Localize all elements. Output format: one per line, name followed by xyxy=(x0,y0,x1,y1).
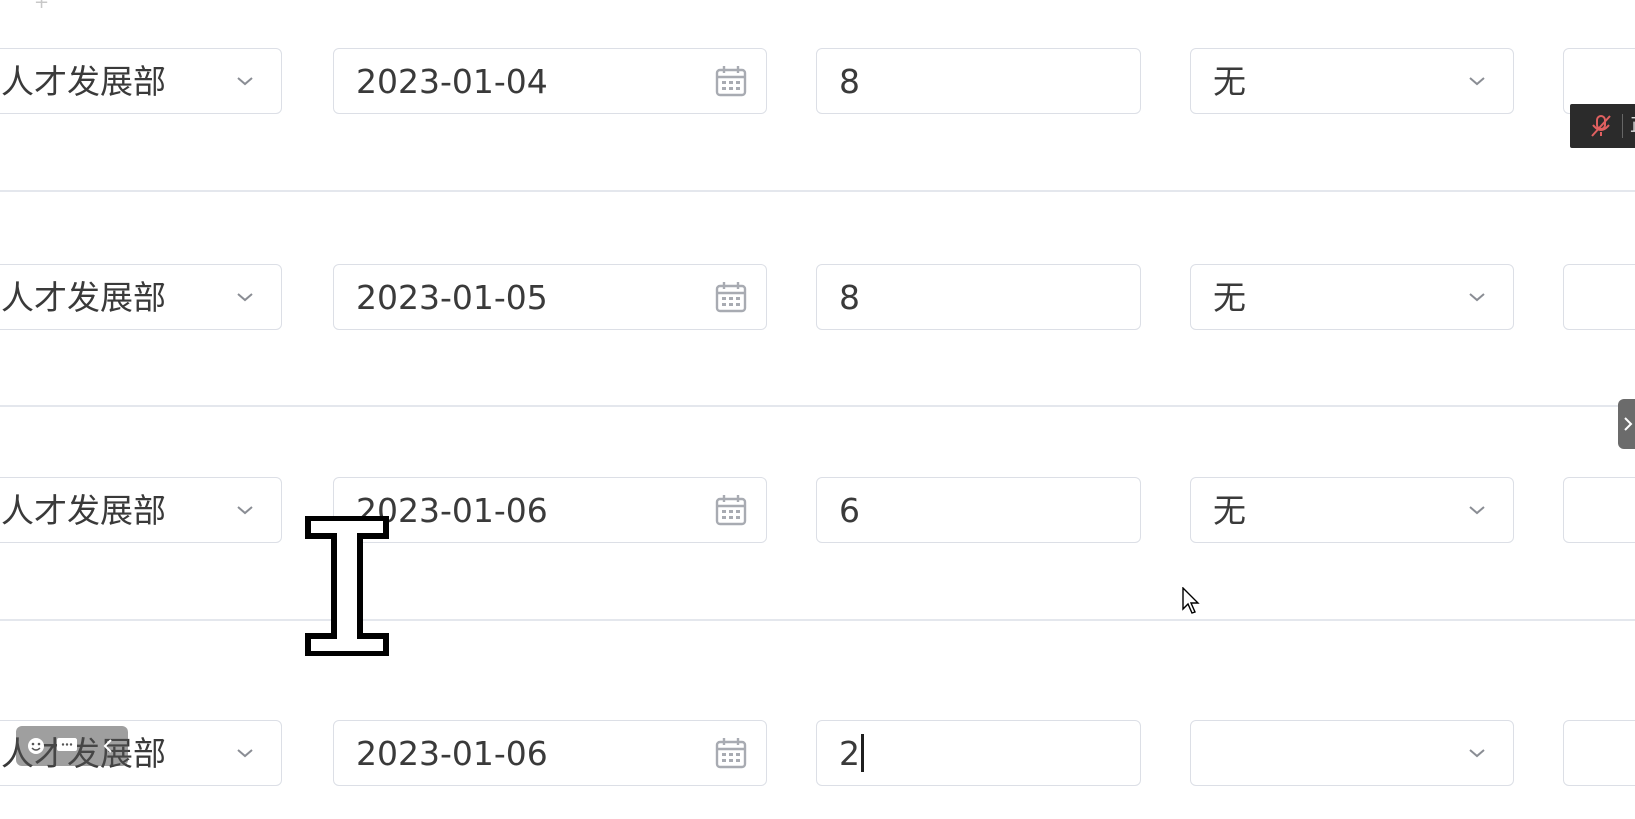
type-value: 无 xyxy=(1213,62,1246,101)
emoji-icon[interactable] xyxy=(26,736,46,756)
message-icon[interactable] xyxy=(56,736,78,756)
entry-row-3: 人才发展部 2023-01-06 6 无 xyxy=(0,477,1635,547)
entry-row-2: 人才发展部 2023-01-05 8 无 xyxy=(0,264,1635,334)
department-value: 人才发展部 xyxy=(1,278,166,317)
chevron-down-icon xyxy=(1469,749,1485,758)
arrow-cursor-icon xyxy=(1182,587,1200,614)
hours-input[interactable]: 2 xyxy=(816,720,1141,786)
chevron-right-icon xyxy=(1624,417,1633,431)
timesheet-form: + 人才发展部 2023-01-04 8 无 人才发展部 2023-01-05 xyxy=(0,0,1635,819)
row-divider xyxy=(0,619,1635,621)
plus-mark: + xyxy=(34,0,50,13)
screen-recorder-bar[interactable]: 正 xyxy=(1570,104,1635,148)
extra-field[interactable] xyxy=(1563,720,1635,786)
chevron-down-icon xyxy=(1469,293,1485,302)
text-caret xyxy=(861,733,864,772)
type-value: 无 xyxy=(1213,491,1246,530)
date-value: 2023-01-05 xyxy=(356,278,548,317)
date-value: 2023-01-04 xyxy=(356,62,548,101)
type-select[interactable]: 无 xyxy=(1190,477,1514,543)
extra-field[interactable] xyxy=(1563,264,1635,330)
row-divider xyxy=(0,405,1635,407)
extra-field[interactable] xyxy=(1563,477,1635,543)
date-picker[interactable]: 2023-01-06 xyxy=(333,720,767,786)
recorder-label: 正 xyxy=(1630,112,1635,140)
chevron-left-icon[interactable] xyxy=(102,736,114,756)
hours-value: 6 xyxy=(839,491,860,530)
chevron-down-icon xyxy=(237,506,253,515)
recorder-separator xyxy=(1622,114,1623,138)
calendar-icon[interactable] xyxy=(714,64,748,98)
type-value: 无 xyxy=(1213,278,1246,317)
hours-value: 8 xyxy=(839,278,860,317)
row-divider xyxy=(0,190,1635,192)
floating-chat-widget[interactable] xyxy=(16,726,128,766)
hours-text: 2 xyxy=(839,734,860,773)
date-picker[interactable]: 2023-01-05 xyxy=(333,264,767,330)
entry-row-1: 人才发展部 2023-01-04 8 无 xyxy=(0,48,1635,118)
calendar-icon[interactable] xyxy=(714,280,748,314)
type-select[interactable]: 无 xyxy=(1190,264,1514,330)
chevron-down-icon xyxy=(237,77,253,86)
i-beam-cursor-icon xyxy=(305,516,389,656)
calendar-icon[interactable] xyxy=(714,493,748,527)
hours-input[interactable]: 8 xyxy=(816,48,1141,114)
date-picker[interactable]: 2023-01-06 xyxy=(333,477,767,543)
department-value: 人才发展部 xyxy=(1,62,166,101)
type-select[interactable] xyxy=(1190,720,1514,786)
chevron-down-icon xyxy=(237,293,253,302)
chevron-down-icon xyxy=(1469,506,1485,515)
date-value: 2023-01-06 xyxy=(356,734,548,773)
side-panel-toggle[interactable] xyxy=(1618,399,1635,449)
hours-input[interactable]: 6 xyxy=(816,477,1141,543)
mic-off-icon[interactable] xyxy=(1588,113,1614,139)
chevron-down-icon xyxy=(237,749,253,758)
hours-input[interactable]: 8 xyxy=(816,264,1141,330)
date-picker[interactable]: 2023-01-04 xyxy=(333,48,767,114)
chevron-down-icon xyxy=(1469,77,1485,86)
department-select[interactable]: 人才发展部 xyxy=(0,264,282,330)
hours-value: 2 xyxy=(839,721,864,787)
hours-value: 8 xyxy=(839,62,860,101)
calendar-icon[interactable] xyxy=(714,736,748,770)
department-value: 人才发展部 xyxy=(1,491,166,530)
department-select[interactable]: 人才发展部 xyxy=(0,48,282,114)
entry-row-4: 人才发展部 2023-01-06 2 xyxy=(0,720,1635,790)
type-select[interactable]: 无 xyxy=(1190,48,1514,114)
department-select[interactable]: 人才发展部 xyxy=(0,477,282,543)
